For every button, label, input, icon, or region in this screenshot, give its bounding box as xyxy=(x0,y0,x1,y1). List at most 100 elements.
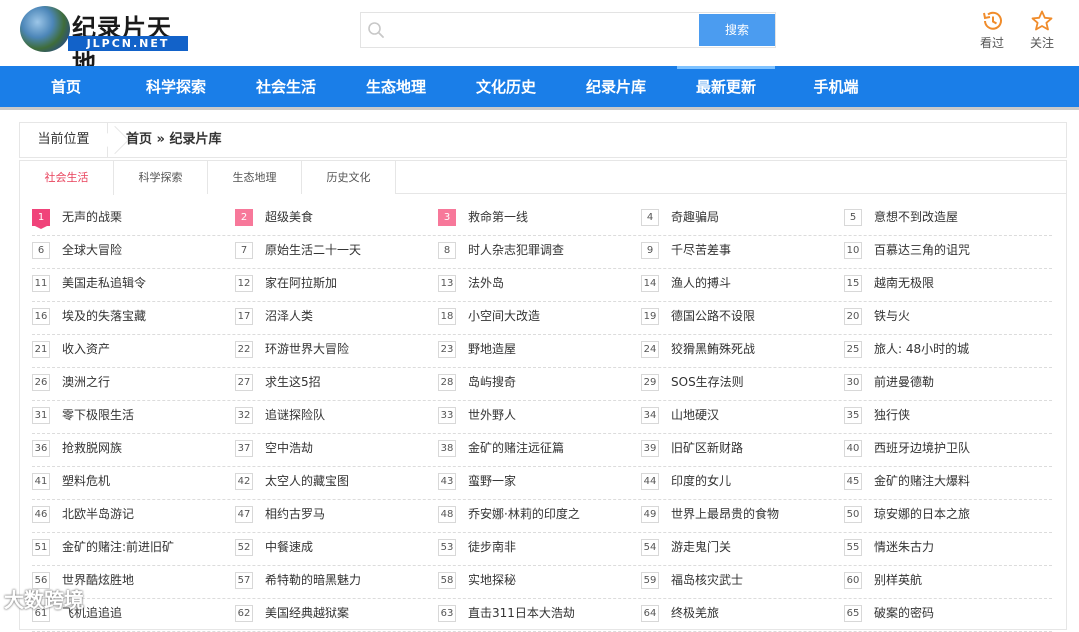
nav-item-latest[interactable]: 最新更新 xyxy=(682,66,770,107)
rank-badge: 30 xyxy=(844,374,862,391)
documentary-title[interactable]: 金矿的赌注:前进旧矿 xyxy=(62,539,174,556)
nav-item-home[interactable]: 首页 xyxy=(22,66,110,107)
documentary-title[interactable]: 琼安娜的日本之旅 xyxy=(874,506,970,523)
documentary-title[interactable]: 奇趣骗局 xyxy=(671,209,719,226)
rank-badge: 2 xyxy=(235,209,253,226)
documentary-title[interactable]: 情迷朱古力 xyxy=(874,539,934,556)
documentary-title[interactable]: 太空人的藏宝图 xyxy=(265,473,349,490)
rank-badge: 7 xyxy=(235,242,253,259)
nav-item-science[interactable]: 科学探索 xyxy=(132,66,220,107)
tab-society[interactable]: 社会生活 xyxy=(20,161,114,195)
documentary-title[interactable]: 旅人: 48小时的城 xyxy=(874,341,969,358)
documentary-title[interactable]: 铁与火 xyxy=(874,308,910,325)
rank-badge: 59 xyxy=(641,572,659,589)
documentary-title[interactable]: 北欧半岛游记 xyxy=(62,506,134,523)
documentary-title[interactable]: 实地探秘 xyxy=(468,572,516,589)
search-input[interactable] xyxy=(391,15,691,45)
documentary-title[interactable]: 小空间大改造 xyxy=(468,308,540,325)
documentary-title[interactable]: 别样英航 xyxy=(874,572,922,589)
breadcrumb-label: 当前位置 xyxy=(20,123,108,157)
documentary-title[interactable]: 狡猾黑鲔殊死战 xyxy=(671,341,755,358)
documentary-title[interactable]: 埃及的失落宝藏 xyxy=(62,308,146,325)
follow-button[interactable]: 关注 xyxy=(1022,10,1062,51)
documentary-title[interactable]: 相约古罗马 xyxy=(265,506,325,523)
documentary-title[interactable]: 西班牙边境护卫队 xyxy=(874,440,970,457)
list-panel: 社会生活 科学探索 生态地理 历史文化 1 无声的战栗 2 超级美食 3 救命第一线 4 奇趣… xyxy=(19,160,1067,632)
documentary-title[interactable]: 岛屿搜奇 xyxy=(468,374,516,391)
rank-badge: 26 xyxy=(32,374,50,391)
documentary-title[interactable]: 追谜探险队 xyxy=(265,407,325,424)
documentary-title[interactable]: 百慕达三角的诅咒 xyxy=(874,242,970,259)
documentary-title[interactable]: 救命第一线 xyxy=(468,209,528,226)
breadcrumb-path[interactable]: 首页 » 纪录片库 xyxy=(126,123,221,157)
rank-badge: 12 xyxy=(235,275,253,292)
documentary-title[interactable]: 德国公路不设限 xyxy=(671,308,755,325)
documentary-title[interactable]: 独行侠 xyxy=(874,407,910,424)
documentary-title[interactable]: 直击311日本大浩劫 xyxy=(468,605,575,622)
documentary-title[interactable]: 福岛核灾武士 xyxy=(671,572,743,589)
documentary-title[interactable]: 美国经典越狱案 xyxy=(265,605,349,622)
documentary-title[interactable]: 金矿的赌注远征篇 xyxy=(468,440,564,457)
documentary-title[interactable]: 世界上最昂贵的食物 xyxy=(671,506,779,523)
documentary-title[interactable]: 野地造屋 xyxy=(468,341,516,358)
documentary-title[interactable]: 家在阿拉斯加 xyxy=(265,275,337,292)
history-button[interactable]: 看过 xyxy=(972,10,1012,51)
rank-badge: 37 xyxy=(235,440,253,457)
history-label: 看过 xyxy=(979,36,1004,50)
documentary-title[interactable]: 千尽苦差事 xyxy=(671,242,731,259)
tab-ecology[interactable]: 生态地理 xyxy=(208,161,302,194)
rank-badge: 17 xyxy=(235,308,253,325)
documentary-title[interactable]: 环游世界大冒险 xyxy=(265,341,349,358)
documentary-title[interactable]: 塑料危机 xyxy=(62,473,110,490)
site-header: 纪录片天地 JLPCN.NET 搜索 看过 关注 xyxy=(0,0,1079,77)
documentary-title[interactable]: 美国走私追辑令 xyxy=(62,275,146,292)
documentary-title[interactable]: 无声的战栗 xyxy=(62,209,122,226)
documentary-title[interactable]: 破案的密码 xyxy=(874,605,934,622)
documentary-title[interactable]: 乔安娜·林莉的印度之 xyxy=(468,506,580,523)
site-logo[interactable]: 纪录片天地 JLPCN.NET xyxy=(20,6,190,77)
rank-badge: 24 xyxy=(641,341,659,358)
rank-badge: 13 xyxy=(438,275,456,292)
list-row: 21 收入资产 22 环游世界大冒险 23 野地造屋 24 狡猾黑鲔殊死战 25 旅人: 48小时… xyxy=(32,335,1052,368)
documentary-title[interactable]: 意想不到改造屋 xyxy=(874,209,958,226)
documentary-title[interactable]: SOS生存法则 xyxy=(671,374,744,391)
documentary-title[interactable]: 渔人的搏斗 xyxy=(671,275,731,292)
rank-badge: 32 xyxy=(235,407,253,424)
nav-item-society[interactable]: 社会生活 xyxy=(242,66,330,107)
rank-badge: 51 xyxy=(32,539,50,556)
tab-science[interactable]: 科学探索 xyxy=(114,161,208,194)
documentary-title[interactable]: 游走鬼门关 xyxy=(671,539,731,556)
documentary-title[interactable]: 山地硬汉 xyxy=(671,407,719,424)
documentary-title[interactable]: 超级美食 xyxy=(265,209,313,226)
documentary-title[interactable]: 世外野人 xyxy=(468,407,516,424)
documentary-title[interactable]: 徒步南非 xyxy=(468,539,516,556)
documentary-title[interactable]: 旧矿区新财路 xyxy=(671,440,743,457)
documentary-title[interactable]: 抢救脱网族 xyxy=(62,440,122,457)
documentary-title[interactable]: 空中浩劫 xyxy=(265,440,313,457)
documentary-title[interactable]: 全球大冒险 xyxy=(62,242,122,259)
rank-badge: 16 xyxy=(32,308,50,325)
search-box: 搜索 xyxy=(360,12,776,48)
documentary-title[interactable]: 终极羌旅 xyxy=(671,605,719,622)
documentary-title[interactable]: 收入资产 xyxy=(62,341,110,358)
documentary-title[interactable]: 澳洲之行 xyxy=(62,374,110,391)
documentary-title[interactable]: 原始生活二十一天 xyxy=(265,242,361,259)
documentary-title[interactable]: 时人杂志犯罪调查 xyxy=(468,242,564,259)
documentary-title[interactable]: 金矿的赌注大爆料 xyxy=(874,473,970,490)
nav-item-mobile[interactable]: 手机端 xyxy=(792,66,880,107)
documentary-title[interactable]: 前进曼德勒 xyxy=(874,374,934,391)
documentary-title[interactable]: 希特勒的暗黑魅力 xyxy=(265,572,361,589)
documentary-title[interactable]: 法外岛 xyxy=(468,275,504,292)
tab-history[interactable]: 历史文化 xyxy=(302,161,396,194)
nav-item-ecology[interactable]: 生态地理 xyxy=(352,66,440,107)
nav-item-culture[interactable]: 文化历史 xyxy=(462,66,550,107)
nav-item-library[interactable]: 纪录片库 xyxy=(572,66,660,107)
documentary-title[interactable]: 中餐速成 xyxy=(265,539,313,556)
search-button[interactable]: 搜索 xyxy=(699,14,775,46)
documentary-title[interactable]: 沼泽人类 xyxy=(265,308,313,325)
documentary-title[interactable]: 越南无极限 xyxy=(874,275,934,292)
documentary-title[interactable]: 蛮野一家 xyxy=(468,473,516,490)
documentary-title[interactable]: 零下极限生活 xyxy=(62,407,134,424)
documentary-title[interactable]: 求生这5招 xyxy=(265,374,321,391)
documentary-title[interactable]: 印度的女儿 xyxy=(671,473,731,490)
